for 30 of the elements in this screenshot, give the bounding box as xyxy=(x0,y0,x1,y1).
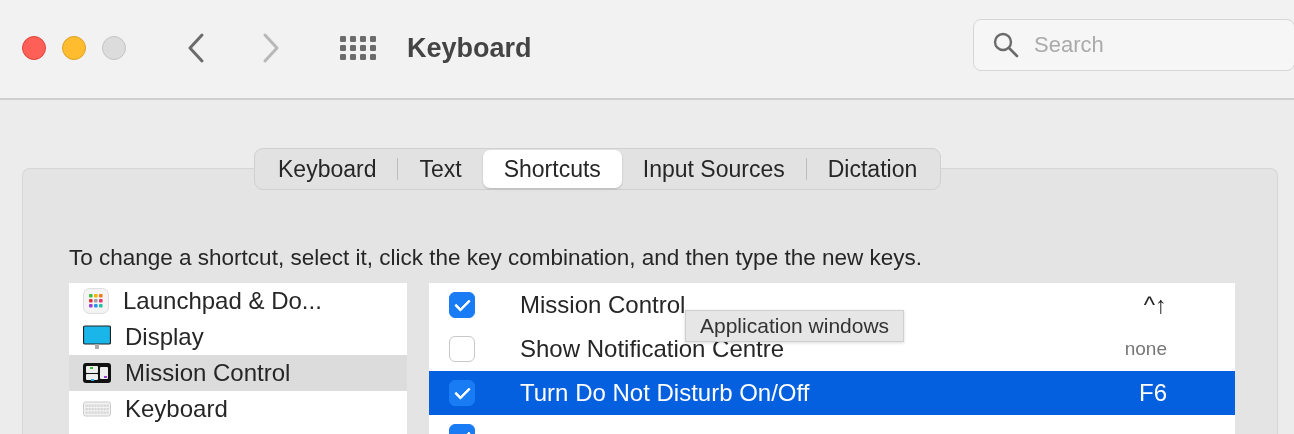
key-combination: none xyxy=(1124,338,1167,360)
category-item[interactable]: Display xyxy=(69,319,407,355)
back-icon[interactable] xyxy=(186,32,206,64)
grid-icon[interactable] xyxy=(339,35,377,61)
shortcut-name: Mission Control xyxy=(520,291,686,319)
tab[interactable]: Text xyxy=(398,150,483,188)
instruction-text: To change a shortcut, select it, click the key combination, and then type the new keys. xyxy=(69,245,923,271)
checkbox[interactable] xyxy=(449,336,475,362)
window-title: Keyboard xyxy=(407,32,532,64)
checkbox[interactable] xyxy=(449,380,475,406)
category-item[interactable]: Launchpad & Do... xyxy=(69,283,407,319)
app-grid-icon xyxy=(83,288,109,314)
key-combination: F6 xyxy=(1139,379,1167,407)
tab[interactable]: Keyboard xyxy=(257,150,398,188)
tab[interactable]: Input Sources xyxy=(621,150,806,188)
category-item[interactable]: Keyboard xyxy=(69,391,407,427)
search-icon xyxy=(992,31,1020,59)
tooltip: Application windows xyxy=(685,310,905,342)
close-button[interactable] xyxy=(22,36,46,60)
key-combination: ^↑ xyxy=(1143,291,1167,319)
windows-icon xyxy=(83,360,111,386)
monitor-icon xyxy=(83,324,111,350)
tab[interactable]: Dictation xyxy=(806,150,939,188)
shortcut-name: Turn Do Not Disturb On/Off xyxy=(520,379,810,407)
selected-row[interactable]: Turn Do Not Disturb On/Off F6 xyxy=(429,371,1235,415)
checkbox[interactable] xyxy=(449,292,475,318)
search-input[interactable]: Search xyxy=(1032,31,1276,59)
search-field[interactable]: Search xyxy=(973,19,1294,71)
tab[interactable]: Shortcuts xyxy=(482,150,622,188)
category-item[interactable]: Mission Control xyxy=(69,355,407,391)
